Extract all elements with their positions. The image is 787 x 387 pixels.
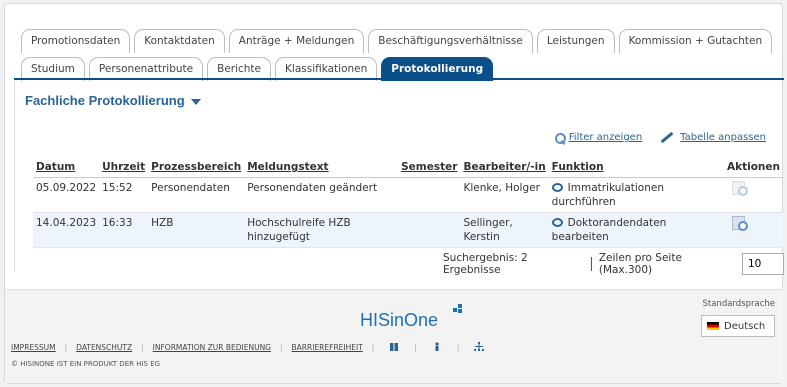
adjust-table-label: Tabelle anpassen xyxy=(680,132,766,143)
col-aktionen: Aktionen xyxy=(723,158,783,178)
cell-semester xyxy=(398,177,461,213)
col-semester[interactable]: Semester xyxy=(398,158,461,178)
funktion-text: Doktorandendaten bearbeiten xyxy=(551,217,667,243)
pagination-bar: Suchergebnis: 2 Ergebnisse Zeilen pro Se… xyxy=(443,252,784,276)
tab-promotionsdaten[interactable]: Promotionsdaten xyxy=(21,29,131,53)
divider xyxy=(590,257,592,271)
col-meldungstext[interactable]: Meldungstext xyxy=(244,158,399,178)
tab-kommission-gutachten[interactable]: Kommission + Gutachten xyxy=(618,29,773,53)
col-prozessbereich[interactable]: Prozessbereich xyxy=(148,158,245,178)
table-row: 14.04.2023 16:33 HZB Hochschulreife HZB … xyxy=(33,212,783,248)
book-icon[interactable] xyxy=(389,342,399,352)
cell-funktion: Doktorandendaten bearbeiten xyxy=(548,212,724,248)
german-flag-icon xyxy=(707,322,719,330)
cell-prozessbereich: HZB xyxy=(148,212,245,248)
divider: | xyxy=(141,342,144,352)
barrierefreiheit-link[interactable]: BARRIEREFREIHEIT xyxy=(292,343,363,352)
sitemap-icon[interactable] xyxy=(474,342,485,352)
section-title: Fachliche Protokollierung xyxy=(25,93,185,108)
cell-funktion: Immatrikulationen durchführen xyxy=(548,177,724,213)
cell-meldungstext: Hochschulreife HZB hinzugefügt xyxy=(244,212,399,248)
tab-leistungen[interactable]: Leistungen xyxy=(536,29,615,53)
speech-bubble-icon xyxy=(551,218,563,227)
cell-bearbeiter: Klenke, Holger xyxy=(460,177,549,213)
cell-bearbeiter: Sellinger, Kerstin xyxy=(460,212,549,248)
footer-links: IMPRESSUM | DATENSCHUTZ | INFORMATION ZU… xyxy=(11,342,490,352)
table-actions: Filter anzeigen Tabelle anpassen xyxy=(554,131,766,144)
cell-uhrzeit: 15:52 xyxy=(99,177,149,213)
cell-prozessbereich: Personendaten xyxy=(148,177,245,213)
copyright: © HISINONE IST EIN PRODUKT DER HIS EG xyxy=(11,360,161,368)
tab-antraege-meldungen[interactable]: Anträge + Meldungen xyxy=(228,29,365,53)
language-select[interactable]: Deutsch xyxy=(701,315,775,337)
cell-meldungstext: Personendaten geändert xyxy=(244,177,399,213)
filter-toggle-link[interactable]: Filter anzeigen xyxy=(554,132,643,144)
speech-bubble-icon xyxy=(551,183,563,192)
datenschutz-link[interactable]: DATENSCHUTZ xyxy=(76,343,132,352)
cell-datum: 14.04.2023 xyxy=(33,212,100,248)
brand-logo: HISinOne xyxy=(360,310,439,330)
page-size-input[interactable] xyxy=(742,253,784,275)
language-label: Standardsprache xyxy=(702,299,776,309)
table-row: 05.09.2022 15:52 Personendaten Personend… xyxy=(33,177,783,213)
protokoll-panel: Fachliche Protokollierung Filter anzeige… xyxy=(14,80,784,276)
divider: | xyxy=(456,342,460,352)
cell-datum: 05.09.2022 xyxy=(33,177,100,213)
pencil-icon xyxy=(660,131,674,144)
col-datum[interactable]: Datum xyxy=(33,158,100,178)
tab-beschaeftigungsverhaeltnisse[interactable]: Beschäftigungsverhältnisse xyxy=(368,29,533,53)
divider: | xyxy=(64,342,68,352)
view-details-icon[interactable] xyxy=(731,216,748,231)
footer: HISinOne Standardsprache Deutsch IMPRESS… xyxy=(5,289,783,383)
col-uhrzeit[interactable]: Uhrzeit xyxy=(99,158,149,178)
cell-uhrzeit: 16:33 xyxy=(99,212,149,248)
language-value: Deutsch xyxy=(724,320,766,332)
funktion-text: Immatrikulationen durchführen xyxy=(551,182,665,208)
protocol-table: Datum Uhrzeit Prozessbereich Meldungstex… xyxy=(33,158,783,248)
divider: | xyxy=(280,342,283,352)
divider: | xyxy=(371,342,375,352)
page-size-label: Zeilen pro Seite (Max.300) xyxy=(598,252,682,276)
accessibility-icon[interactable] xyxy=(432,342,442,352)
cell-aktionen xyxy=(723,177,783,213)
search-icon xyxy=(554,132,566,144)
table-header-row: Datum Uhrzeit Prozessbereich Meldungstex… xyxy=(33,158,783,178)
impressum-link[interactable]: IMPRESSUM xyxy=(11,343,56,352)
cell-aktionen xyxy=(723,212,783,248)
adjust-table-link[interactable]: Tabelle anpassen xyxy=(660,131,766,144)
tabs-row-1: Promotionsdaten Kontaktdaten Anträge + M… xyxy=(21,29,773,53)
col-funktion[interactable]: Funktion xyxy=(548,158,724,178)
section-toggle[interactable]: Fachliche Protokollierung xyxy=(25,93,201,108)
cell-semester xyxy=(398,212,461,248)
filter-link-label: Filter anzeigen xyxy=(568,132,643,143)
bedienung-link[interactable]: INFORMATION ZUR BEDIENUNG xyxy=(153,343,271,352)
col-bearbeiter[interactable]: Bearbeiter/-in xyxy=(460,158,549,178)
view-details-icon[interactable] xyxy=(731,181,748,196)
brand-dots-icon xyxy=(453,304,465,316)
tab-kontaktdaten[interactable]: Kontaktdaten xyxy=(134,29,225,53)
divider: | xyxy=(414,342,417,352)
chevron-down-icon xyxy=(190,98,201,105)
result-count: Suchergebnis: 2 Ergebnisse xyxy=(443,252,528,276)
